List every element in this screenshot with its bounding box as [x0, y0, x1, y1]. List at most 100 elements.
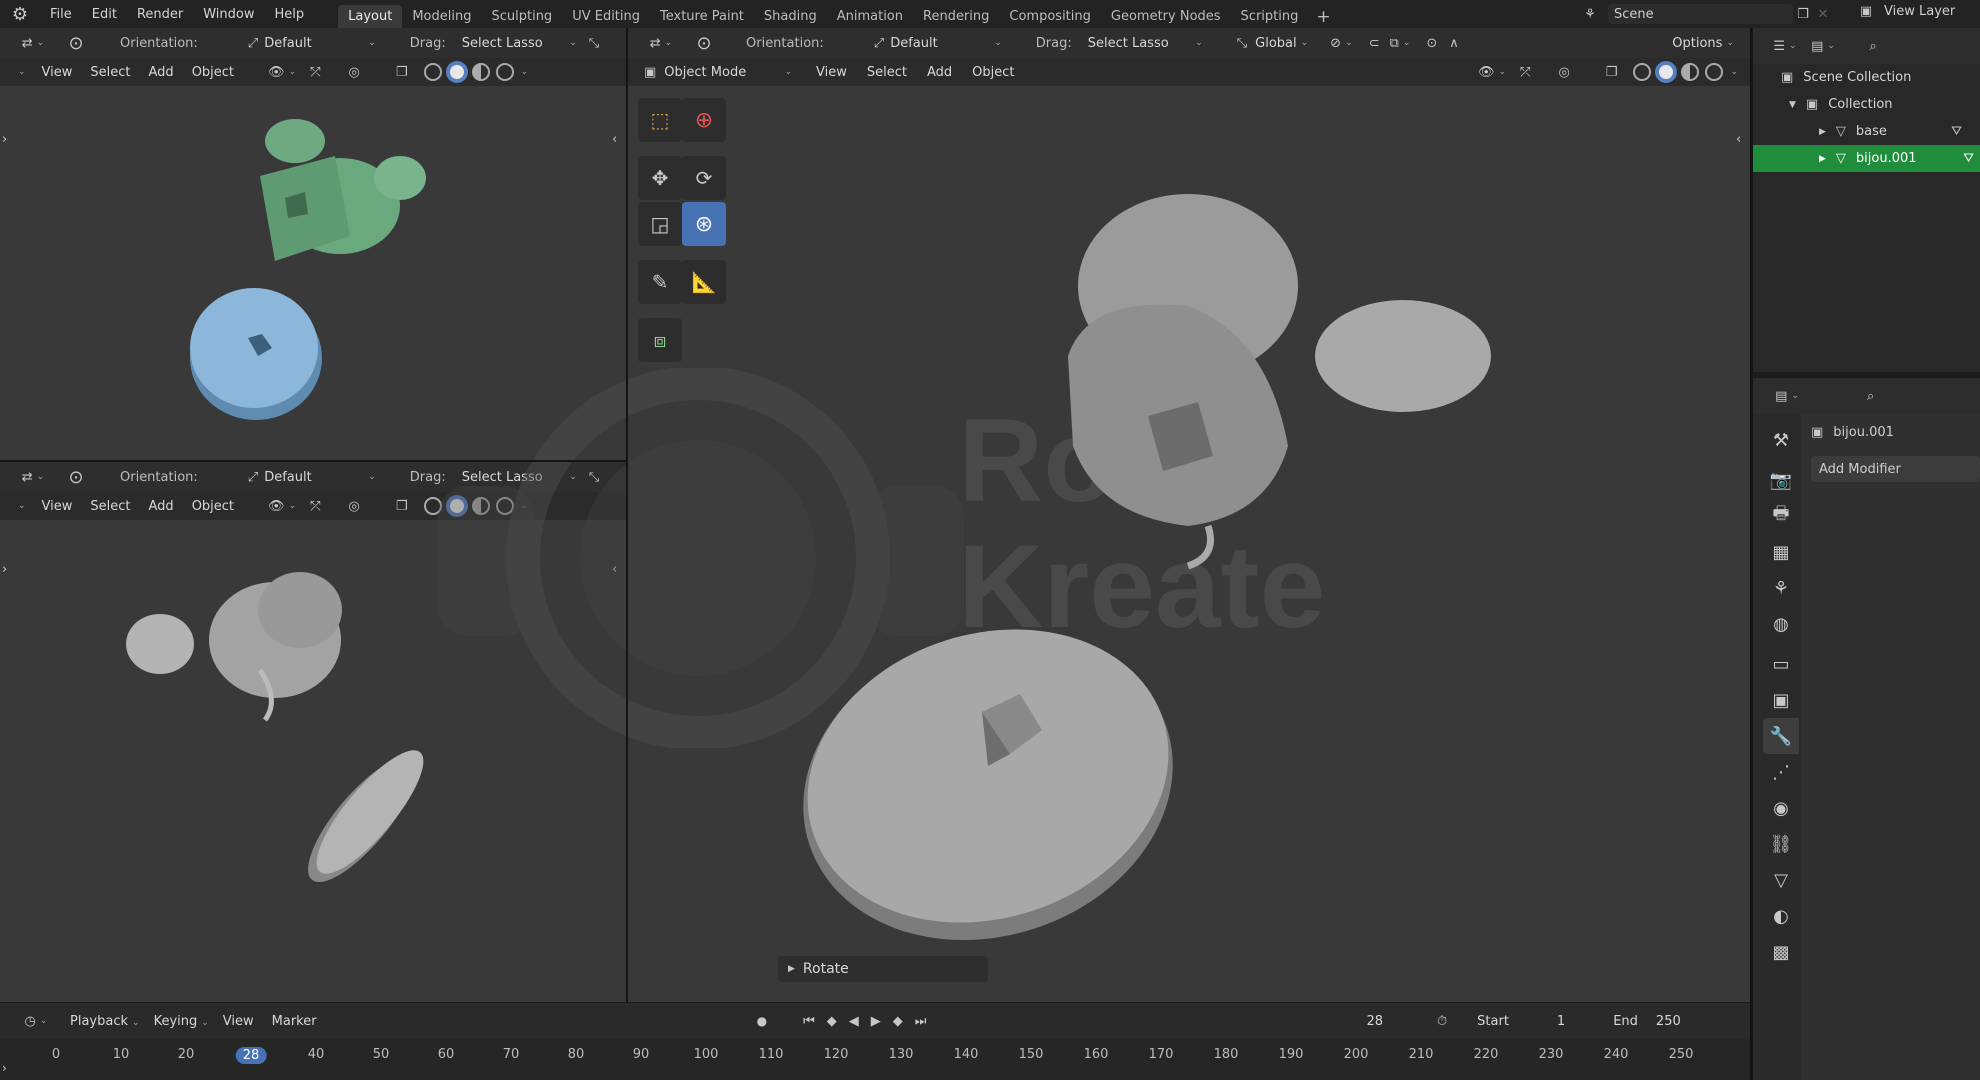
- xray-icon[interactable]: ❐: [1606, 65, 1618, 80]
- viewport-main[interactable]: ⇄ ⌄ ⊙ Orientation: ⤢ Default ⌄ Drag: Sele…: [438, 28, 1750, 1002]
- menu-window[interactable]: Window: [193, 7, 264, 22]
- falloff-icon[interactable]: ∧: [1449, 36, 1459, 51]
- scene-selector[interactable]: ⚘ Scene ❐ ✕: [1572, 4, 1834, 24]
- blender-logo-icon[interactable]: ⚙: [0, 0, 40, 28]
- transform-orientation-dropdown[interactable]: ⤡ Global ⌄: [1237, 36, 1308, 51]
- display-mode-icon[interactable]: ▤ ⌄: [1803, 39, 1843, 54]
- menu-add[interactable]: Add: [149, 499, 174, 514]
- menu-object[interactable]: Object: [192, 499, 234, 514]
- visibility-icon[interactable]: 👁 ⌄: [1478, 65, 1506, 80]
- snap-target-icon[interactable]: ⧉ ⌄: [1390, 36, 1411, 51]
- tab-tool[interactable]: ⚒: [1763, 422, 1799, 458]
- outliner-item-bijou[interactable]: ▶ ▽ bijou.001 ⛛: [1753, 145, 1980, 172]
- orientation-dropdown[interactable]: ⤢ Default ⌄: [248, 36, 376, 51]
- xray-icon[interactable]: ❐: [396, 499, 408, 514]
- tab-rendering[interactable]: Rendering: [913, 5, 999, 28]
- tab-physics[interactable]: ◉: [1763, 790, 1799, 826]
- gizmo-icon[interactable]: ⤱: [310, 499, 320, 514]
- prev-keyframe-icon[interactable]: ◆: [827, 1014, 837, 1029]
- play-reverse-icon[interactable]: ◀: [849, 1014, 859, 1029]
- collapse-chevron-icon[interactable]: ›: [2, 1061, 7, 1075]
- tab-world[interactable]: ◍: [1763, 606, 1799, 642]
- drag-dropdown[interactable]: Select Lasso ⌄: [462, 36, 577, 51]
- snap-icon[interactable]: ⊂: [1369, 36, 1380, 51]
- transform-tool-icon[interactable]: ⇄ ⌄: [14, 470, 52, 485]
- menu-edit[interactable]: Edit: [82, 7, 127, 22]
- menu-select[interactable]: Select: [90, 65, 130, 80]
- new-scene-icon[interactable]: ❐: [1793, 7, 1813, 22]
- properties-editor-icon[interactable]: ▤ ⌄: [1767, 389, 1807, 404]
- tab-modeling[interactable]: Modeling: [402, 5, 481, 28]
- transform-tool-icon[interactable]: ⇄ ⌄: [642, 36, 680, 51]
- menu-render[interactable]: Render: [127, 7, 193, 22]
- xray-icon[interactable]: ❐: [396, 65, 408, 80]
- transform-tool-icon[interactable]: ⇄ ⌄: [14, 36, 52, 51]
- current-frame-field[interactable]: 28: [1366, 1014, 1383, 1029]
- menu-keying[interactable]: Keying ⌄: [154, 1014, 209, 1029]
- menu-object[interactable]: Object: [192, 65, 234, 80]
- wireframe-shading-icon[interactable]: [1633, 63, 1652, 81]
- tab-scene[interactable]: ⚘: [1763, 570, 1799, 606]
- divider-horizontal[interactable]: [0, 460, 626, 462]
- search-icon[interactable]: ⌕: [1853, 39, 1893, 54]
- drag-dropdown[interactable]: Select Lasso ⌄: [1088, 36, 1203, 51]
- visibility-icon[interactable]: 👁 ⌄: [268, 499, 296, 514]
- select-box-icon[interactable]: ⊙: [52, 33, 100, 54]
- operator-panel[interactable]: ▶ Rotate: [778, 956, 988, 982]
- tab-sculpting[interactable]: Sculpting: [481, 5, 562, 28]
- rendered-shading-icon[interactable]: [495, 63, 514, 81]
- tab-uv-editing[interactable]: UV Editing: [562, 5, 650, 28]
- mesh-data-icon[interactable]: ⛛: [1951, 124, 1962, 139]
- menu-view[interactable]: View: [223, 1014, 254, 1029]
- menu-view[interactable]: View: [42, 65, 73, 80]
- current-frame-indicator[interactable]: 28: [235, 1047, 267, 1064]
- overlay-icon[interactable]: ◎: [349, 499, 360, 514]
- timeline-editor-icon[interactable]: ◷ ⌄: [16, 1014, 56, 1029]
- expand-arrow-icon[interactable]: ▶: [1819, 154, 1826, 164]
- expand-arrow-icon[interactable]: ▶: [1819, 127, 1826, 137]
- material-shading-icon[interactable]: [1681, 63, 1700, 81]
- next-keyframe-icon[interactable]: ◆: [893, 1014, 903, 1029]
- orientation-dropdown[interactable]: ⤢ Default ⌄: [874, 36, 1002, 51]
- add-workspace-button[interactable]: +: [1308, 6, 1338, 28]
- rendered-shading-icon[interactable]: [1705, 63, 1724, 81]
- collapse-arrow-icon[interactable]: ▼: [1789, 100, 1796, 110]
- tab-output[interactable]: 🖶: [1763, 498, 1799, 534]
- menu-view[interactable]: View: [816, 65, 847, 80]
- wireframe-shading-icon[interactable]: [423, 63, 442, 81]
- select-box-icon[interactable]: ⊙: [680, 33, 728, 54]
- menu-file[interactable]: File: [40, 7, 82, 22]
- outliner-editor-icon[interactable]: ☰ ⌄: [1767, 39, 1803, 54]
- collapse-chevron-icon[interactable]: ⌄: [18, 501, 26, 511]
- transform-pivot-icon[interactable]: ⤡: [589, 36, 599, 51]
- outliner-scene-collection[interactable]: ▣ Scene Collection: [1753, 64, 1980, 91]
- tab-modifier[interactable]: 🔧: [1763, 718, 1799, 754]
- solid-shading-icon[interactable]: [1657, 63, 1676, 81]
- options-dropdown[interactable]: Options ⌄: [1672, 36, 1734, 51]
- select-box-icon[interactable]: ⊙: [52, 467, 100, 488]
- tab-collection[interactable]: ▭: [1763, 646, 1799, 682]
- overlay-icon[interactable]: ◎: [349, 65, 360, 80]
- solid-shading-icon[interactable]: [447, 63, 466, 81]
- visibility-icon[interactable]: 👁 ⌄: [268, 65, 296, 80]
- tab-scripting[interactable]: Scripting: [1231, 5, 1309, 28]
- gizmo-icon[interactable]: ⤱: [310, 65, 320, 80]
- outliner-collection[interactable]: ▼ ▣ Collection: [1753, 91, 1980, 118]
- record-icon[interactable]: ●: [757, 1014, 767, 1028]
- menu-select[interactable]: Select: [867, 65, 907, 80]
- tab-view-layer[interactable]: ▦: [1763, 534, 1799, 570]
- menu-add[interactable]: Add: [927, 65, 952, 80]
- timeline-ruler[interactable]: 0 10 20 28 40 50 60 70 80 90 100 110 120 130 140 150 160…: [0, 1039, 1750, 1080]
- tab-compositing[interactable]: Compositing: [999, 5, 1101, 28]
- tab-layout[interactable]: Layout: [338, 5, 403, 28]
- material-shading-icon[interactable]: [471, 63, 490, 81]
- search-icon[interactable]: ⌕: [1867, 389, 1874, 404]
- menu-select[interactable]: Select: [90, 499, 130, 514]
- menu-playback[interactable]: Playback ⌄: [70, 1014, 140, 1029]
- shading-dropdown-icon[interactable]: ⌄: [1730, 67, 1738, 77]
- orientation-dropdown[interactable]: ⤢ Default ⌄: [248, 470, 376, 485]
- tab-geometry-nodes[interactable]: Geometry Nodes: [1101, 5, 1231, 28]
- tab-texture[interactable]: ▩: [1763, 934, 1799, 970]
- tab-constraints[interactable]: ⛓: [1763, 826, 1799, 862]
- jump-start-icon[interactable]: ⏮: [803, 1014, 815, 1029]
